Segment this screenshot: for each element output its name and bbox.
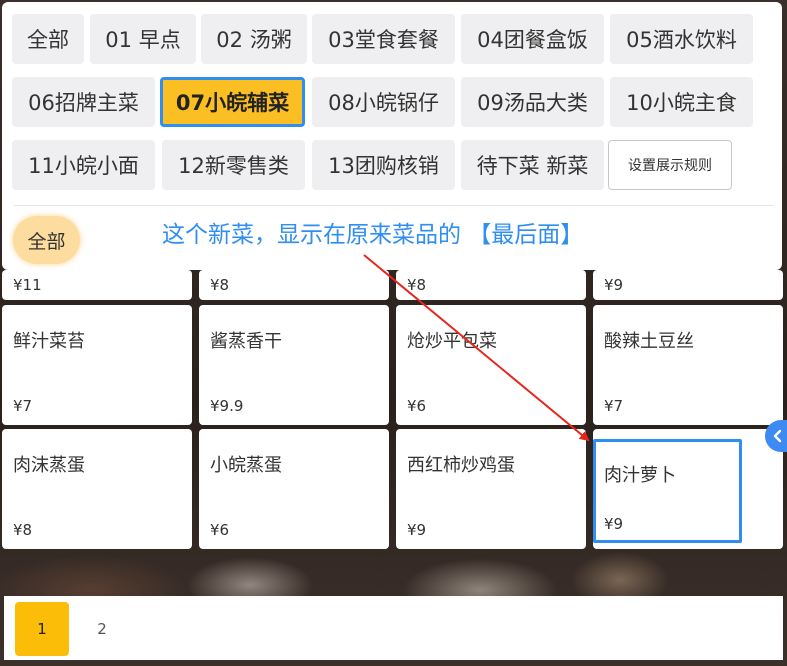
category-tab-01[interactable]: 01 早点: [90, 14, 196, 64]
dish-price: ¥8: [210, 276, 230, 294]
dish-price: ¥8: [407, 276, 427, 294]
dish-price: ¥8: [13, 521, 33, 539]
dish-card[interactable]: 小皖蒸蛋 ¥6: [199, 429, 389, 549]
dish-card-partial[interactable]: ¥8: [396, 270, 586, 300]
category-tab-04[interactable]: 04团餐盒饭: [461, 14, 604, 64]
dish-card-partial[interactable]: ¥11: [2, 270, 192, 300]
dish-card[interactable]: 酸辣土豆丝 ¥7: [593, 305, 783, 425]
dish-card[interactable]: 肉沫蒸蛋 ¥8: [2, 429, 192, 549]
dish-price: ¥9.9: [210, 397, 244, 415]
dish-name: 小皖蒸蛋: [210, 455, 282, 476]
category-tab-03[interactable]: 03堂食套餐: [312, 14, 455, 64]
category-tab-05[interactable]: 05酒水饮料: [610, 14, 753, 64]
dish-card-new[interactable]: 肉汁萝卜 ¥9: [593, 429, 783, 549]
dish-card-partial[interactable]: ¥8: [199, 270, 389, 300]
dish-price: ¥6: [407, 397, 427, 415]
dish-price: ¥6: [210, 521, 230, 539]
dish-price: ¥9: [407, 521, 427, 539]
dish-name: 酱蒸香干: [210, 331, 282, 352]
annotation-text: 这个新菜，显示在原来菜品的 【最后面】: [162, 222, 584, 248]
category-tab-11[interactable]: 11小皖小面: [12, 140, 155, 190]
dish-name: 鲜汁菜苔: [13, 331, 85, 352]
dish-card[interactable]: 酱蒸香干 ¥9.9: [199, 305, 389, 425]
category-tab-13[interactable]: 13团购核销: [312, 140, 455, 190]
dish-name: 肉沫蒸蛋: [13, 455, 85, 476]
category-tab-10[interactable]: 10小皖主食: [610, 77, 753, 127]
category-tab-12[interactable]: 12新零售类: [162, 140, 305, 190]
page-button-2[interactable]: 2: [75, 602, 129, 656]
category-tab-07-active[interactable]: 07小皖辅菜: [160, 77, 305, 127]
page-button-1[interactable]: 1: [15, 602, 69, 656]
dish-name: 肉汁萝卜: [604, 465, 676, 486]
display-rules-button[interactable]: 设置展示规则: [608, 140, 732, 190]
category-tab-02[interactable]: 02 汤粥: [201, 14, 307, 64]
dish-name: 炝炒平包菜: [407, 331, 497, 352]
divider: [14, 205, 774, 206]
subcategory-all-pill[interactable]: 全部: [13, 216, 80, 264]
pagination: 1 2: [4, 596, 783, 660]
category-tab-new[interactable]: 待下菜 新菜: [461, 140, 604, 190]
new-dish-highlight-box[interactable]: 肉汁萝卜 ¥9: [593, 439, 742, 543]
dish-price: ¥7: [13, 397, 33, 415]
category-tab-09[interactable]: 09汤品大类: [461, 77, 604, 127]
dish-price: ¥11: [13, 276, 42, 294]
dish-name: 酸辣土豆丝: [604, 331, 694, 352]
chevron-left-icon: [773, 429, 782, 443]
dish-card[interactable]: 西红柿炒鸡蛋 ¥9: [396, 429, 586, 549]
dish-price: ¥9: [604, 276, 624, 294]
category-tab-06[interactable]: 06招牌主菜: [12, 77, 155, 127]
dish-card-partial[interactable]: ¥9: [593, 270, 783, 300]
dish-card[interactable]: 炝炒平包菜 ¥6: [396, 305, 586, 425]
category-tab-all[interactable]: 全部: [12, 14, 84, 64]
dish-card[interactable]: 鲜汁菜苔 ¥7: [2, 305, 192, 425]
dish-price: ¥7: [604, 397, 624, 415]
dish-price: ¥9: [604, 515, 624, 533]
dish-name: 西红柿炒鸡蛋: [407, 455, 515, 476]
category-tab-08[interactable]: 08小皖锅仔: [312, 77, 455, 127]
